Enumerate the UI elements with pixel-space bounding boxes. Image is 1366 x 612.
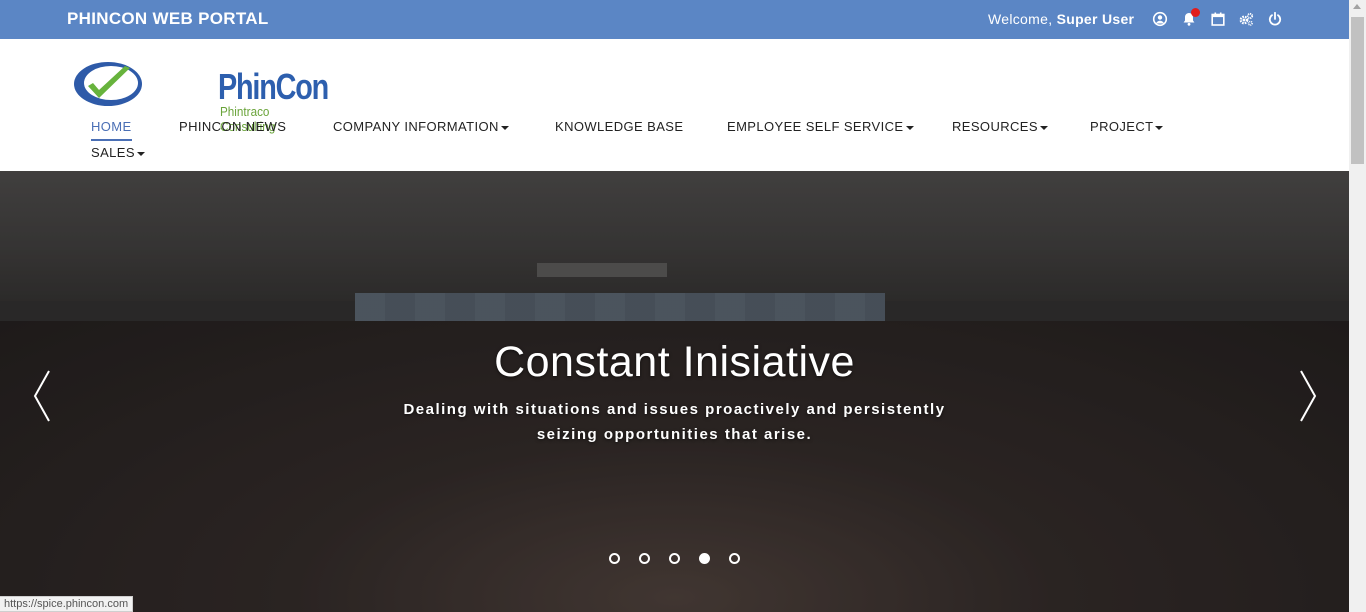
hero-title: Constant Inisiative — [494, 338, 855, 386]
carousel-dot-3[interactable] — [669, 553, 680, 564]
scroll-up-icon[interactable] — [1353, 4, 1361, 9]
nav-active-underline — [91, 139, 132, 141]
site-header: PhinCon Phintraco Consulting HOME PHINCO… — [0, 39, 1349, 171]
caret-down-icon — [500, 125, 509, 130]
nav-project-label: PROJECT — [1090, 119, 1154, 134]
carousel-next-icon[interactable] — [1298, 369, 1318, 423]
welcome-text: Welcome, Super User — [988, 11, 1134, 27]
nav-knowledge-base[interactable]: KNOWLEDGE BASE — [555, 119, 683, 134]
status-bar-url: https://spice.phincon.com — [0, 596, 134, 612]
nav-home[interactable]: HOME — [91, 119, 132, 141]
hero-subtitle: Dealing with situations and issues proac… — [0, 397, 1349, 447]
nav-sales[interactable]: SALES — [91, 145, 145, 160]
nav-sales-label: SALES — [91, 145, 135, 160]
phincon-logo[interactable]: PhinCon Phintraco Consulting — [72, 52, 329, 134]
logo-mark-icon — [74, 62, 142, 106]
user-circle-icon[interactable] — [1152, 11, 1168, 27]
portal-title: PHINCON WEB PORTAL — [67, 9, 269, 28]
caret-down-icon — [1039, 125, 1048, 130]
nav-company-information-label: COMPANY INFORMATION — [333, 119, 499, 134]
caret-down-icon — [1155, 125, 1164, 130]
hero-carousel: Constant Inisiative Dealing with situati… — [0, 171, 1349, 612]
hero-subtitle-line-1: Dealing with situations and issues proac… — [403, 401, 946, 418]
notification-badge — [1191, 8, 1200, 17]
nav-company-information[interactable]: COMPANY INFORMATION — [333, 119, 509, 134]
carousel-dot-4[interactable] — [699, 553, 710, 564]
welcome-prefix: Welcome, — [988, 11, 1053, 27]
settings-gears-icon[interactable] — [1238, 11, 1254, 27]
page-scrollbar[interactable] — [1349, 0, 1366, 612]
nav-resources-label: RESOURCES — [952, 119, 1038, 134]
carousel-prev-icon[interactable] — [32, 369, 52, 423]
nav-employee-self-service-label: EMPLOYEE SELF SERVICE — [727, 119, 904, 134]
caret-down-icon — [136, 151, 145, 156]
page: PHINCON WEB PORTAL Welcome, Super User P… — [0, 0, 1366, 612]
caret-down-icon — [905, 125, 914, 130]
hero-subtitle-line-2: seizing opportunities that arise. — [536, 426, 813, 443]
carousel-dot-2[interactable] — [639, 553, 650, 564]
hero-dark-overlay — [0, 171, 1349, 612]
carousel-dot-1[interactable] — [609, 553, 620, 564]
user-name[interactable]: Super User — [1057, 11, 1135, 27]
top-bar: PHINCON WEB PORTAL Welcome, Super User — [0, 0, 1349, 39]
nav-phincon-news-label: PHINCON NEWS — [179, 119, 287, 134]
logo-name: PhinCon — [218, 66, 329, 107]
nav-employee-self-service[interactable]: EMPLOYEE SELF SERVICE — [727, 119, 914, 134]
power-icon[interactable] — [1267, 11, 1283, 27]
scrollbar-thumb[interactable] — [1351, 17, 1364, 164]
nav-project[interactable]: PROJECT — [1090, 119, 1164, 134]
carousel-dot-5[interactable] — [729, 553, 740, 564]
calendar-icon[interactable] — [1210, 11, 1226, 27]
nav-knowledge-base-label: KNOWLEDGE BASE — [555, 119, 684, 134]
nav-resources[interactable]: RESOURCES — [952, 119, 1048, 134]
nav-phincon-news[interactable]: PHINCON NEWS — [179, 119, 286, 134]
nav-home-label: HOME — [91, 119, 132, 134]
